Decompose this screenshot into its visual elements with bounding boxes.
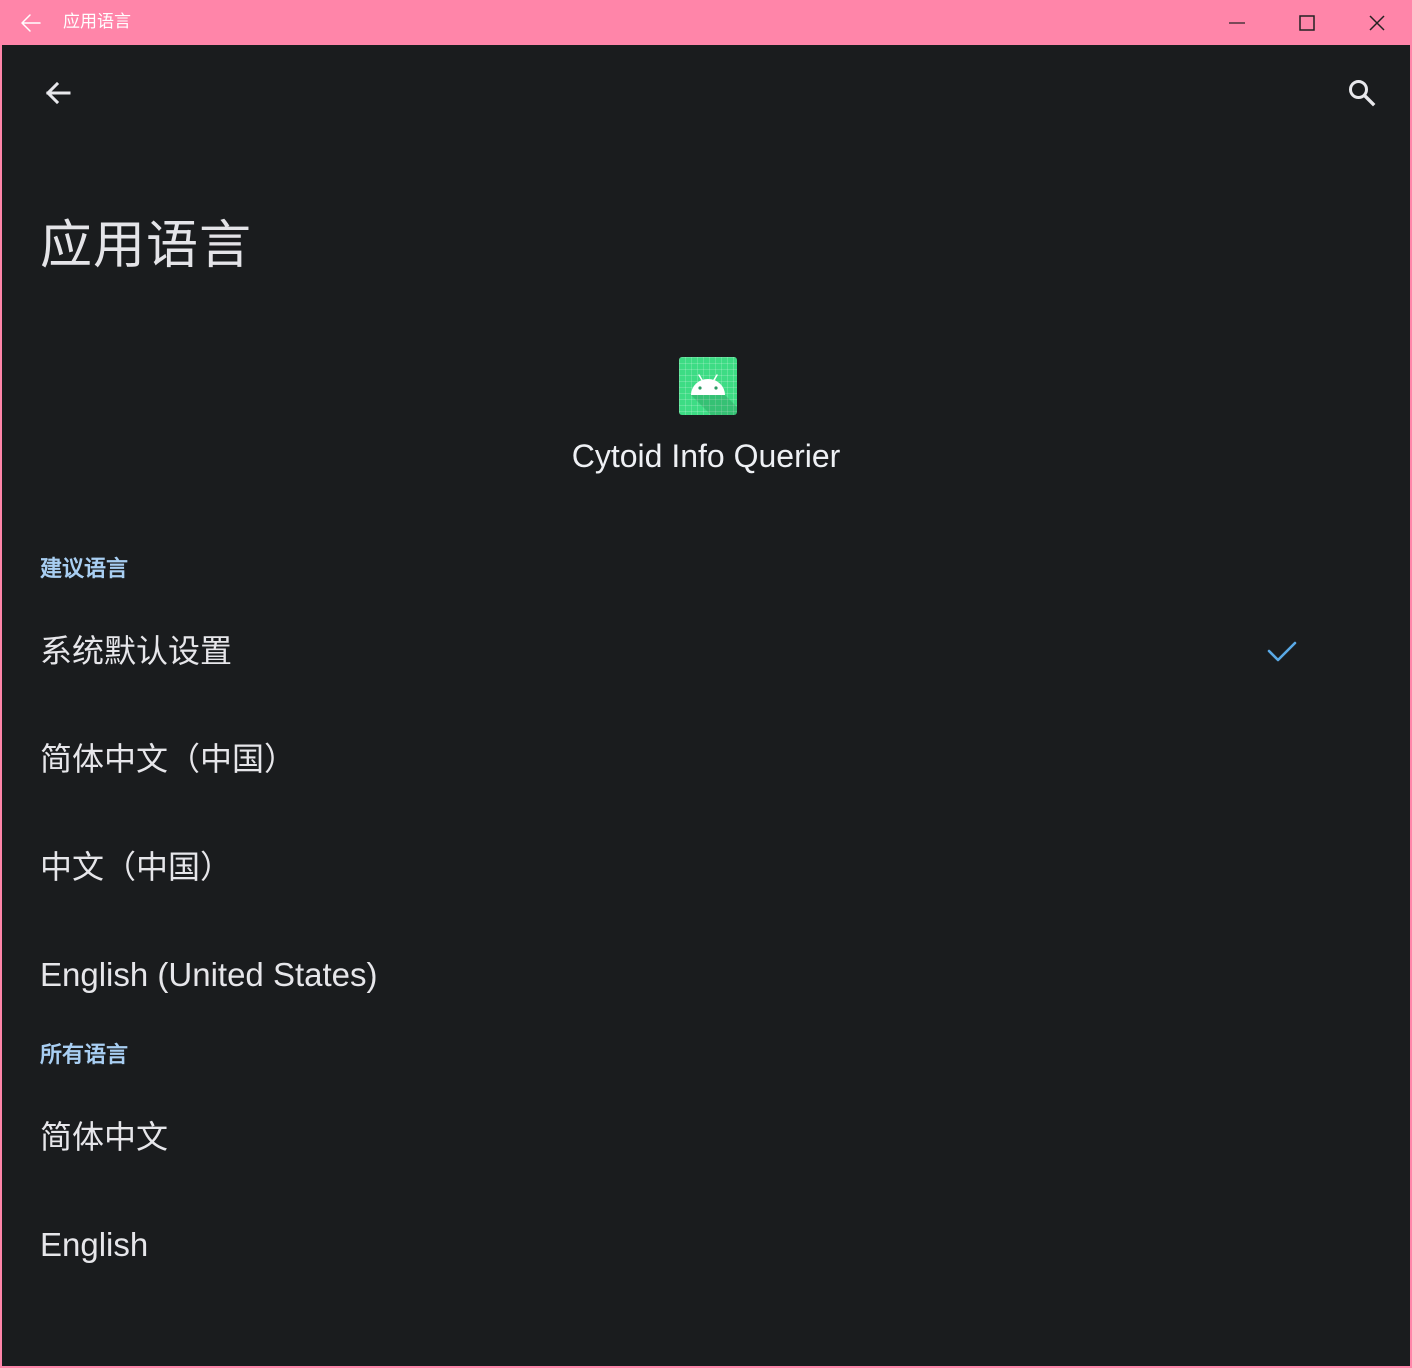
close-icon [1369, 14, 1385, 31]
close-button[interactable] [1342, 0, 1412, 45]
app-icon [679, 357, 737, 415]
section-header-all: 所有语言 [40, 1043, 129, 1068]
language-option-en[interactable]: English [2, 1199, 1410, 1295]
check-icon [1267, 641, 1297, 662]
app-name: Cytoid Info Querier [571, 438, 841, 474]
language-label: 简体中文（中国） [40, 740, 297, 778]
language-option-en-us[interactable]: English (United States) [2, 929, 1410, 1025]
back-button[interactable] [34, 69, 82, 117]
arrow-back-icon [21, 14, 41, 32]
section-header-suggested: 建议语言 [40, 557, 129, 582]
maximize-button[interactable] [1272, 0, 1342, 45]
language-label: 系统默认设置 [40, 632, 233, 670]
language-label: 中文（中国） [40, 848, 233, 886]
title-bar: 应用语言 [2, 0, 1410, 45]
language-option-system-default[interactable]: 系统默认设置 [2, 605, 1410, 701]
minimize-icon [1229, 21, 1245, 24]
arrow-back-icon [45, 81, 71, 105]
titlebar-back-button[interactable] [18, 10, 44, 36]
app-window: 应用语言 应用语言 Cytoid Info Querier 建议语言 系统默认设… [0, 0, 1412, 1368]
maximize-icon [1299, 14, 1315, 31]
page-title: 应用语言 [40, 216, 253, 276]
window-title: 应用语言 [63, 12, 131, 32]
language-option-zh-cn[interactable]: 中文（中国） [2, 821, 1410, 917]
language-option-zh-hans[interactable]: 简体中文 [2, 1091, 1410, 1187]
language-label: English [40, 1226, 149, 1263]
language-label: English (United States) [40, 956, 378, 993]
settings-screen: 应用语言 Cytoid Info Querier 建议语言 系统默认设置 简体中… [2, 45, 1410, 1366]
language-label: 简体中文 [40, 1118, 169, 1156]
language-option-zh-hans-cn[interactable]: 简体中文（中国） [2, 713, 1410, 809]
search-button[interactable] [1336, 69, 1388, 117]
minimize-button[interactable] [1202, 0, 1272, 45]
search-icon [1349, 80, 1376, 107]
android-icon [691, 374, 737, 415]
